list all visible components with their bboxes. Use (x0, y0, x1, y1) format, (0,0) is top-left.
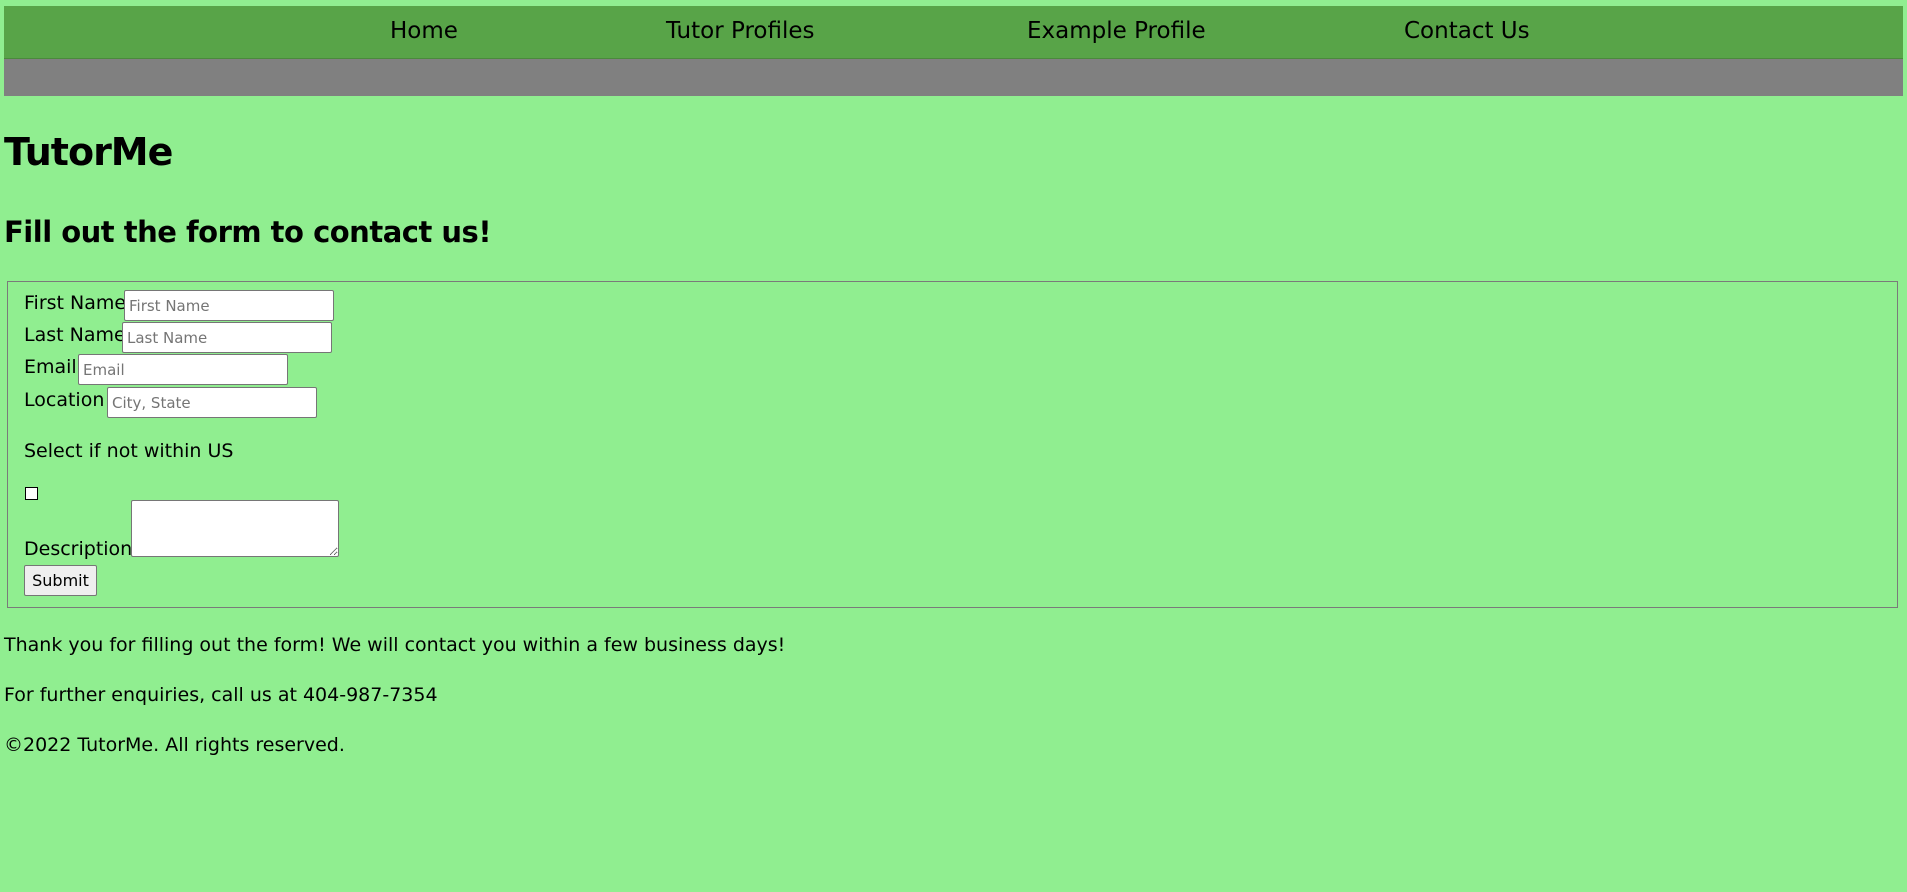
submit-button[interactable]: Submit (24, 565, 97, 596)
site-title: TutorMe (4, 130, 173, 174)
form-heading: Fill out the form to contact us! (4, 215, 492, 249)
location-label: Location (24, 389, 105, 411)
first-name-label: First Name (24, 292, 127, 314)
email-input[interactable] (78, 354, 288, 385)
copyright-text: ©2022 TutorMe. All rights reserved. (4, 734, 345, 756)
last-name-label: Last Name (24, 324, 126, 346)
nav-example-profile-link[interactable]: Example Profile (1027, 18, 1206, 44)
first-name-input[interactable] (124, 290, 334, 321)
last-name-input[interactable] (122, 322, 332, 353)
nav-contact-us-link[interactable]: Contact Us (1404, 18, 1530, 44)
thank-you-message: Thank you for filling out the form! We w… (4, 634, 786, 656)
top-navbar: Home Tutor Profiles Example Profile Cont… (4, 6, 1903, 59)
location-input[interactable] (107, 387, 317, 418)
nav-home-link[interactable]: Home (390, 18, 458, 44)
contact-form: First Name Last Name Email Location Sele… (7, 281, 1898, 608)
description-label: Description (24, 538, 133, 560)
email-label: Email (24, 356, 77, 378)
not-within-us-checkbox[interactable] (25, 487, 38, 500)
nav-tutor-profiles-link[interactable]: Tutor Profiles (666, 18, 815, 44)
enquiries-text: For further enquiries, call us at 404-98… (4, 684, 438, 706)
nav-sub-bar (4, 59, 1903, 96)
description-textarea[interactable] (131, 500, 339, 557)
not-within-us-label: Select if not within US (24, 440, 234, 462)
